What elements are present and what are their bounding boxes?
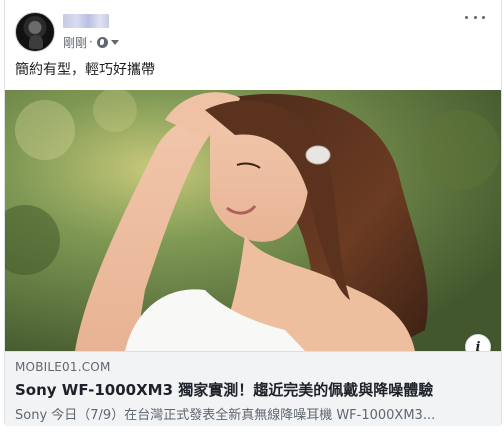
author-name-blurred[interactable]: [63, 14, 109, 28]
link-preview-image[interactable]: [5, 90, 501, 351]
globe-icon[interactable]: [96, 36, 108, 48]
photo-illustration: [5, 90, 501, 351]
post-meta: 剛剛 ·: [63, 34, 119, 51]
dot-icon: [482, 15, 485, 19]
chevron-down-icon[interactable]: [110, 39, 119, 45]
dot-icon: [465, 15, 468, 19]
link-description: Sony 今日（7/9）在台灣正式發表全新真無線降噪耳機 WF-1000XM3.…: [15, 408, 436, 423]
link-title[interactable]: Sony WF-1000XM3 獨家實測！趨近完美的佩戴與降噪體驗: [15, 379, 433, 400]
post-timestamp[interactable]: 剛剛: [63, 34, 87, 51]
post-text: 簡約有型，輕巧好攜帶: [15, 62, 155, 78]
post-card: 剛剛 · 簡約有型，輕巧好攜帶 i MOBILE01.COM Sony WF-1…: [4, 0, 502, 426]
dot-icon: [473, 15, 477, 19]
avatar[interactable]: [15, 12, 55, 52]
link-domain: MOBILE01.COM: [15, 360, 111, 374]
more-options-button[interactable]: [465, 8, 485, 26]
meta-separator: ·: [89, 35, 93, 49]
link-preview[interactable]: MOBILE01.COM Sony WF-1000XM3 獨家實測！趨近完美的佩…: [5, 351, 501, 426]
